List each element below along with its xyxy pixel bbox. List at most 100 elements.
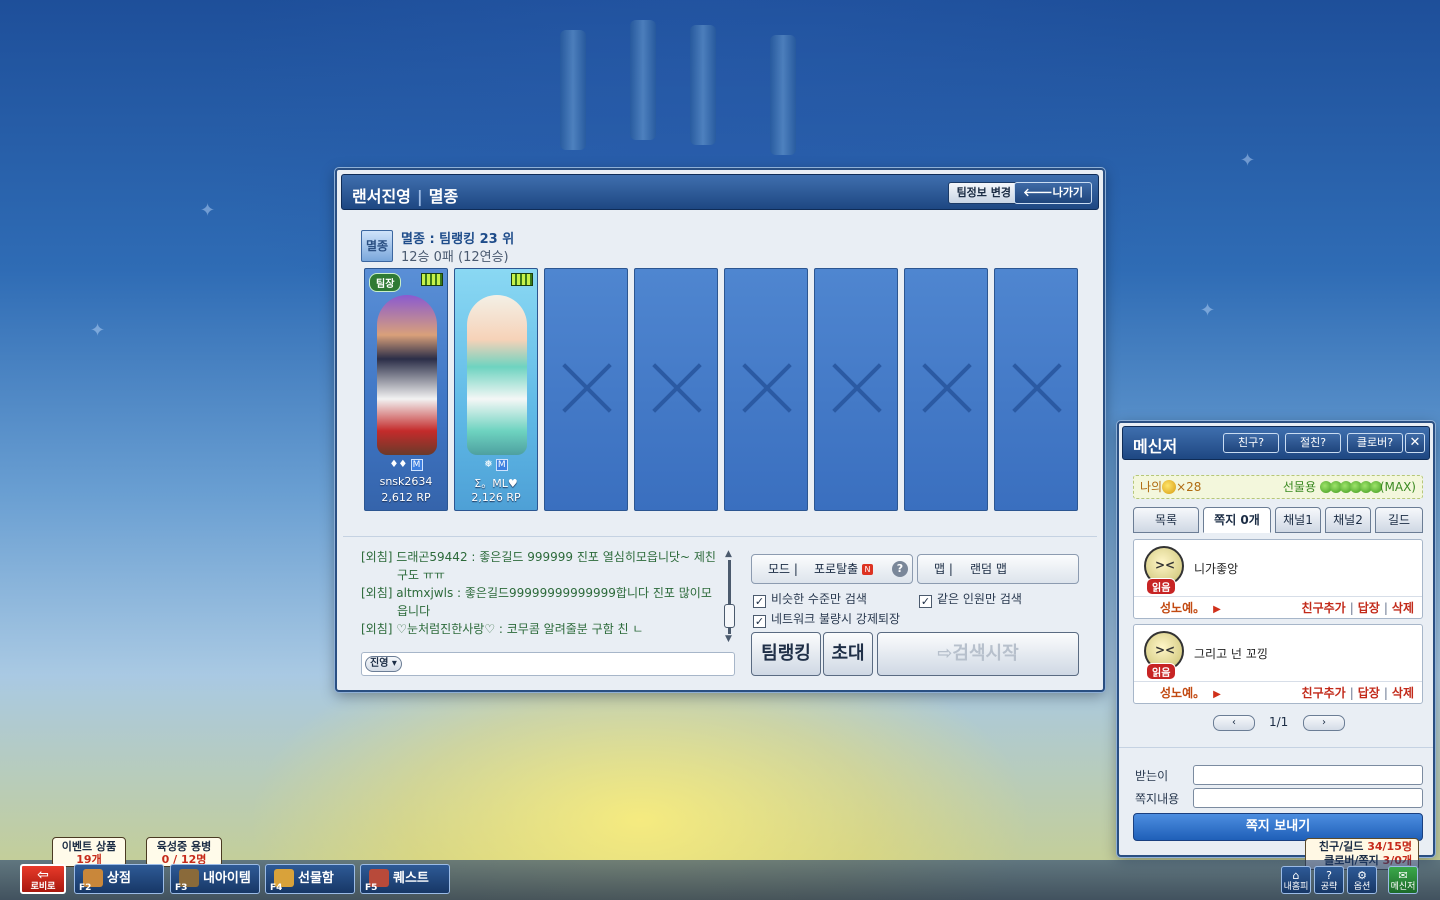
map-value: 랜덤 맵 <box>970 562 1007 576</box>
messenger-title: 메신저 <box>1133 437 1178 456</box>
closed-slot-icon <box>922 363 972 413</box>
clover-help-button[interactable]: 클로버? <box>1347 433 1403 453</box>
scroll-thumb[interactable] <box>724 604 735 628</box>
invite-button[interactable]: 초대 <box>823 632 873 676</box>
window-header: 랜서진영 | 멸종 팀정보 변경 🡐나가기 <box>341 174 1099 210</box>
gift-clover: 선물용 (MAX) <box>1282 480 1416 494</box>
chat-text: ♡눈처럼진한사랑♡ : 코무콤 알려줄분 구함 친 ㄴ <box>396 622 644 636</box>
delete-link[interactable]: 삭제 <box>1392 601 1414 615</box>
tab-list[interactable]: 목록 <box>1133 507 1199 533</box>
shop-button[interactable]: F2 상점 <box>74 864 164 894</box>
message-text: 니가좋앙 <box>1194 562 1239 576</box>
button-label: 선물함 <box>298 871 334 886</box>
network-kick-checkbox[interactable]: ✓ 네트워크 불량시 강제퇴장 <box>753 610 900 628</box>
background-decoration <box>630 20 656 140</box>
read-badge: 읽음 <box>1146 663 1177 680</box>
recipient-input[interactable] <box>1193 765 1423 785</box>
tab-channel1[interactable]: 채널1 <box>1275 507 1321 533</box>
chat-text: 드래곤59442 : 좋은길드 999999 진포 열심히모읍니닷~ 제친 <box>396 550 716 564</box>
empty-slot[interactable] <box>724 268 808 511</box>
clover-status: 나의 ×28 선물용 (MAX) <box>1133 475 1423 499</box>
scroll-down-icon[interactable]: ▼ <box>725 635 732 644</box>
next-page-button[interactable]: › <box>1303 715 1345 731</box>
team-ranking-button[interactable]: 팀랭킹 <box>751 632 821 676</box>
add-friend-link[interactable]: 친구추가 <box>1302 686 1346 700</box>
message-item[interactable]: >< 읽음 니가좋앙 성노예。 ▶ 친구추가 | 답장 | 삭제 <box>1133 539 1423 619</box>
hotkey-label: F3 <box>175 883 188 893</box>
coin-icon <box>1162 480 1177 494</box>
play-arrow-icon: ▶ <box>1213 689 1221 700</box>
player-slot-2[interactable]: ❅ M Σ。ML♥ 2,126 RP <box>454 268 538 511</box>
divider <box>343 536 1097 537</box>
rank-icon: ♦♦ <box>389 459 408 470</box>
sender-name[interactable]: 성노예。 ▶ <box>1160 597 1221 621</box>
chat-line: [외침] ♡눈처럼진한사랑♡ : 코무콤 알려줄분 구함 친 ㄴ <box>361 620 721 638</box>
gear-icon: ⚙ <box>1357 869 1367 882</box>
homepage-button[interactable]: ⌂ 내홈피 <box>1281 866 1311 894</box>
guide-button[interactable]: ? 공략 <box>1314 866 1344 894</box>
message-footer: 성노예。 ▶ 친구추가 | 답장 | 삭제 <box>1134 596 1422 618</box>
friend-help-button[interactable]: 친구? <box>1223 433 1279 453</box>
chat-input[interactable]: 진영 ▾ <box>361 652 735 676</box>
help-icon[interactable]: ? <box>892 561 908 577</box>
window-title: 랜서진영 | 멸종 <box>352 183 458 207</box>
home-icon: ⌂ <box>1292 869 1300 882</box>
empty-slot[interactable] <box>904 268 988 511</box>
add-friend-link[interactable]: 친구추가 <box>1302 601 1346 615</box>
title-camp: 랜서진영 <box>352 187 411 206</box>
team-lobby-window: 랜서진영 | 멸종 팀정보 변경 🡐나가기 멸종 멸종 : 팀랭킹 23 위 12승… <box>335 168 1105 692</box>
checkbox-icon[interactable]: ✓ <box>919 595 932 608</box>
options-button[interactable]: ⚙ 옵션 <box>1347 866 1377 894</box>
tab-guild[interactable]: 길드 <box>1375 507 1423 533</box>
messenger-button[interactable]: ✉ 메신저 <box>1388 866 1418 894</box>
change-team-info-button[interactable]: 팀정보 변경 <box>947 182 1020 204</box>
tab-notes[interactable]: 쪽지 0개 <box>1203 507 1271 533</box>
checkbox-icon[interactable]: ✓ <box>753 595 766 608</box>
sender-name[interactable]: 성노예。 ▶ <box>1160 682 1221 706</box>
checkbox-icon[interactable]: ✓ <box>753 615 766 628</box>
back-to-lobby-button[interactable]: ⇦ 로비로 <box>20 864 66 894</box>
quest-button[interactable]: F5 퀘스트 <box>360 864 450 894</box>
message-text: 그리고 넌 꼬낑 <box>1194 647 1268 661</box>
similar-level-checkbox[interactable]: ✓ 비슷한 수준만 검색 <box>753 590 867 608</box>
button-label: 퀘스트 <box>393 871 429 886</box>
message-item[interactable]: >< 읽음 그리고 넌 꼬낑 성노예。 ▶ 친구추가 | 답장 | 삭제 <box>1133 624 1423 704</box>
background-decoration <box>690 25 716 145</box>
chat-scrollbar[interactable]: ▲ ▼ <box>723 550 735 644</box>
friend-guild-count: 친구/길드 34/15명 <box>1318 840 1412 853</box>
player-rp: 2,612 RP <box>381 491 431 504</box>
empty-slot[interactable] <box>814 268 898 511</box>
close-icon[interactable]: ✕ <box>1405 433 1425 453</box>
exit-button[interactable]: 🡐나가기 <box>1014 182 1092 204</box>
send-note-button[interactable]: 쪽지 보내기 <box>1133 813 1423 841</box>
class-icons: ♦♦ M <box>365 459 447 471</box>
title-team: 멸종 <box>428 187 459 206</box>
best-friend-help-button[interactable]: 절친? <box>1285 433 1341 453</box>
same-count-checkbox[interactable]: ✓ 같은 인원만 검색 <box>919 590 1022 608</box>
map-label: 맵 | <box>934 562 953 576</box>
reply-link[interactable]: 답장 <box>1358 686 1380 700</box>
start-search-button[interactable]: ⇨검색시작 <box>877 632 1079 676</box>
chat-channel-value: 진영 <box>370 658 389 669</box>
player-name: Σ。ML♥ <box>474 477 518 490</box>
delete-link[interactable]: 삭제 <box>1392 686 1414 700</box>
scroll-up-icon[interactable]: ▲ <box>725 550 732 559</box>
empty-slot[interactable] <box>544 268 628 511</box>
my-items-button[interactable]: F3 내아이템 <box>170 864 260 894</box>
chat-channel: [외침] <box>361 550 393 564</box>
map-select[interactable]: 맵 | 랜덤 맵 <box>917 554 1079 584</box>
empty-slot[interactable] <box>994 268 1078 511</box>
content-input[interactable] <box>1193 788 1423 808</box>
event-items-tooltip: 이벤트 상품 19개 <box>52 837 126 867</box>
tab-channel2[interactable]: 채널2 <box>1325 507 1371 533</box>
gift-box-button[interactable]: F4 선물함 <box>265 864 355 894</box>
chat-line: [외침] 드래곤59442 : 좋은길드 999999 진포 열심히모읍니닷~ … <box>361 548 721 584</box>
reply-link[interactable]: 답장 <box>1358 601 1380 615</box>
empty-slot[interactable] <box>634 268 718 511</box>
chat-channel-select[interactable]: 진영 ▾ <box>365 656 402 672</box>
messenger-icon: ✉ <box>1398 869 1408 882</box>
player-slot-1[interactable]: 팀장 ♦♦ M snsk2634 2,612 RP <box>364 268 448 511</box>
prev-page-button[interactable]: ‹ <box>1213 715 1255 731</box>
play-arrow-icon: ▶ <box>1213 604 1221 615</box>
mode-select[interactable]: 모드 | 포로탈출 N ? <box>751 554 913 584</box>
